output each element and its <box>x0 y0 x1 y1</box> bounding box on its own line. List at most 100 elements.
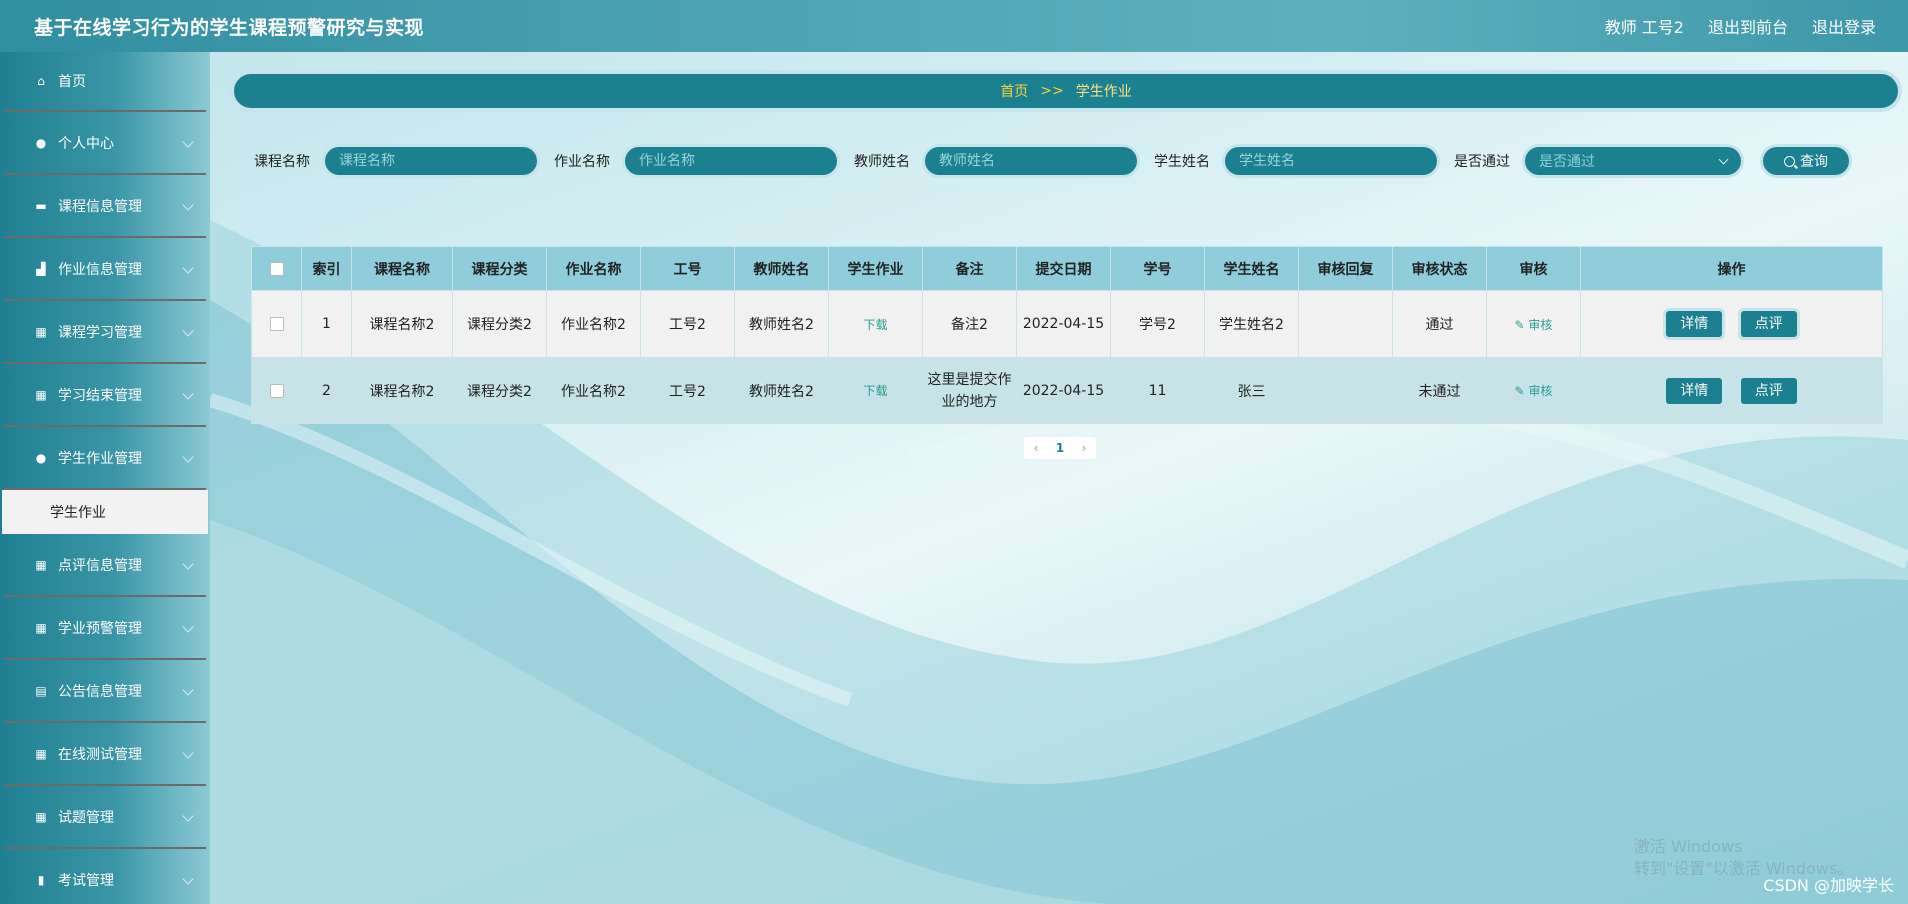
teacher-name-field[interactable] <box>922 144 1140 178</box>
current-user[interactable]: 教师 工号2 <box>1605 14 1684 38</box>
csdn-credit: CSDN @加映学长 <box>1763 876 1894 895</box>
query-button-label: 查询 <box>1800 154 1828 170</box>
teacher-name-label: 教师姓名 <box>854 154 910 170</box>
sidebar-item-label: 在线测试管理 <box>58 746 142 763</box>
cell-audit-status: 通过 <box>1392 290 1487 358</box>
homework-name-label: 作业名称 <box>554 154 610 170</box>
sidebar-item-online-test[interactable]: ▦ 在线测试管理 <box>4 723 206 786</box>
chevron-down-icon <box>182 199 194 211</box>
sidebar-item-course-study[interactable]: ▦ 课程学习管理 <box>4 301 206 364</box>
sidebar-item-personal-center[interactable]: ● 个人中心 <box>4 112 206 175</box>
sidebar-item-home[interactable]: ⌂ 首页 <box>4 52 206 112</box>
breadcrumb: 首页 >> 学生作业 <box>230 70 1902 112</box>
cell-audit-reply <box>1298 290 1393 358</box>
next-page-icon[interactable]: › <box>1072 441 1096 455</box>
header-actions: 教师 工号2 退出到前台 退出登录 <box>1605 14 1876 38</box>
student-name-field[interactable] <box>1222 144 1440 178</box>
course-name-field[interactable] <box>322 144 540 178</box>
column-header: 操作 <box>1580 246 1883 291</box>
prev-page-icon[interactable]: ‹ <box>1024 441 1048 455</box>
sidebar-item-notice-info[interactable]: ▤ 公告信息管理 <box>4 660 206 723</box>
cell-student-id: 11 <box>1110 357 1205 424</box>
sidebar-item-student-homework[interactable]: ● 学生作业管理 <box>4 427 206 490</box>
cell-actions: 详情 点评 <box>1580 290 1883 358</box>
detail-button[interactable]: 详情 <box>1663 308 1726 340</box>
cell-student-homework: 下载 <box>828 357 923 424</box>
cell-audit: ✎ 审核 <box>1486 290 1581 358</box>
column-header: 审核 <box>1486 246 1581 291</box>
sidebar-item-label: 学业预警管理 <box>58 620 142 637</box>
detail-button[interactable]: 详情 <box>1663 374 1726 407</box>
cell-homework-name: 作业名称2 <box>546 290 641 358</box>
row-select-cell[interactable] <box>251 357 302 424</box>
column-header: 学生姓名 <box>1204 246 1299 291</box>
sidebar-item-academic-warning[interactable]: ▦ 学业预警管理 <box>4 597 206 660</box>
chevron-down-icon <box>182 262 194 274</box>
row-checkbox[interactable] <box>269 383 284 398</box>
chevron-down-icon <box>182 684 194 696</box>
breadcrumb-current: 学生作业 <box>1075 84 1132 100</box>
sidebar-item-label: 考试管理 <box>58 872 114 889</box>
teacher-name-input[interactable] <box>939 153 1129 169</box>
sidebar-item-label: 公告信息管理 <box>58 683 142 700</box>
logout-link[interactable]: 退出登录 <box>1812 14 1876 38</box>
table-row: 1 课程名称2 课程分类2 作业名称2 工号2 教师姓名2 下载 备注2 202… <box>251 290 1883 358</box>
clipboard-icon: ▤ <box>35 683 47 698</box>
comment-button[interactable]: 点评 <box>1737 308 1800 340</box>
chevron-down-icon <box>182 621 194 633</box>
sidebar-item-label: 学生作业管理 <box>58 450 142 467</box>
sidebar-item-label: 个人中心 <box>58 135 114 152</box>
column-header: 备注 <box>922 246 1017 291</box>
column-header: 学号 <box>1110 246 1205 291</box>
audit-link[interactable]: ✎ 审核 <box>1515 318 1553 332</box>
grid-icon: ▦ <box>35 324 47 339</box>
chevron-down-icon <box>182 388 194 400</box>
cell-course-name: 课程名称2 <box>351 290 453 358</box>
sidebar: ⌂ 首页 ● 个人中心 ▬ 课程信息管理 ▟ 作业信息管理 ▦ 课程学习管理 ▦… <box>0 52 210 904</box>
bar-chart-icon: ▮ <box>37 872 45 887</box>
search-icon <box>1784 155 1795 167</box>
cell-teacher-id: 工号2 <box>640 290 735 358</box>
column-header: 审核回复 <box>1298 246 1393 291</box>
select-all-cell[interactable] <box>251 246 302 291</box>
search-form: 课程名称 作业名称 教师姓名 学生姓名 是否通过 是否通过 查询 <box>254 143 1852 179</box>
cell-index: 1 <box>301 290 352 358</box>
breadcrumb-home[interactable]: 首页 <box>1000 81 1028 101</box>
cell-teacher-id: 工号2 <box>640 357 735 424</box>
audit-label: 审核 <box>1528 384 1553 398</box>
student-name-input[interactable] <box>1239 153 1429 169</box>
submenu-item-student-homework[interactable]: 学生作业 <box>2 490 208 534</box>
homework-name-input[interactable] <box>639 153 829 169</box>
column-header: 索引 <box>301 246 352 291</box>
comment-button[interactable]: 点评 <box>1737 374 1800 407</box>
sidebar-item-homework-info[interactable]: ▟ 作业信息管理 <box>4 238 206 301</box>
homework-table: 索引 课程名称 课程分类 作业名称 工号 教师姓名 学生作业 备注 提交日期 学… <box>251 246 1883 424</box>
sidebar-item-exam[interactable]: ▮ 考试管理 <box>4 849 206 904</box>
sidebar-item-course-info[interactable]: ▬ 课程信息管理 <box>4 175 206 238</box>
row-select-cell[interactable] <box>251 290 302 358</box>
cell-course-category: 课程分类2 <box>452 357 547 424</box>
cell-audit-reply <box>1298 357 1393 424</box>
course-name-input[interactable] <box>339 153 529 169</box>
sidebar-item-question[interactable]: ▦ 试题管理 <box>4 786 206 849</box>
cell-note: 备注2 <box>922 290 1017 358</box>
homework-name-field[interactable] <box>622 144 840 178</box>
audit-link[interactable]: ✎ 审核 <box>1515 384 1553 398</box>
cell-homework-name: 作业名称2 <box>546 357 641 424</box>
sidebar-item-study-end[interactable]: ▦ 学习结束管理 <box>4 364 206 427</box>
home-icon: ⌂ <box>37 74 45 88</box>
back-to-front-link[interactable]: 退出到前台 <box>1708 14 1788 38</box>
download-link[interactable]: 下载 <box>863 384 887 398</box>
sidebar-item-label: 试题管理 <box>58 809 114 826</box>
page-number[interactable]: 1 <box>1048 441 1072 455</box>
query-button[interactable]: 查询 <box>1760 144 1852 178</box>
passed-select[interactable]: 是否通过 <box>1522 144 1744 178</box>
download-link[interactable]: 下载 <box>863 318 887 332</box>
pagination: ‹ 1 › <box>1024 437 1096 459</box>
sidebar-item-comment-info[interactable]: ▦ 点评信息管理 <box>4 534 206 597</box>
row-checkbox[interactable] <box>269 317 284 331</box>
grid-icon: ▦ <box>35 387 47 402</box>
column-header: 审核状态 <box>1392 246 1487 291</box>
cell-audit: ✎ 审核 <box>1486 357 1581 424</box>
select-all-checkbox[interactable] <box>269 261 284 276</box>
